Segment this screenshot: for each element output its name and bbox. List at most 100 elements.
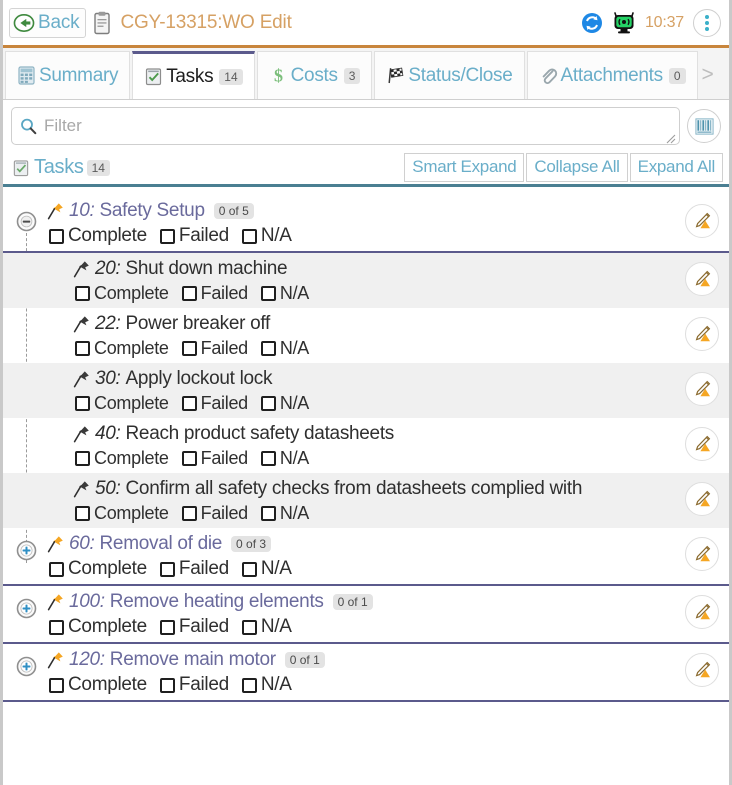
checkbox-box-icon	[260, 451, 276, 466]
checkbox-failed[interactable]: Failed	[181, 338, 248, 359]
summary-icon	[17, 66, 36, 85]
checkbox-complete[interactable]: Complete	[75, 448, 169, 469]
checkbox-failed[interactable]: Failed	[181, 448, 248, 469]
checkbox-complete[interactable]: Complete	[49, 674, 147, 696]
checkbox-complete[interactable]: Complete	[49, 558, 147, 580]
checkbox-complete[interactable]: Complete	[75, 503, 169, 524]
checkbox-complete[interactable]: Complete	[49, 616, 147, 638]
task-status-checkboxes: Complete Failed N/A	[73, 393, 679, 414]
pin-dark-icon	[73, 315, 90, 333]
task-title-line: 50: Confirm all safety checks from datas…	[73, 478, 679, 500]
tab-summary-label: Summary	[39, 64, 119, 86]
task-row[interactable]: 120: Remove main motor 0 of 1 Complete F…	[3, 642, 729, 702]
checkbox-failed[interactable]: Failed	[181, 283, 249, 304]
tab-overflow-chevron-icon[interactable]: >	[700, 51, 716, 99]
tab-attachments[interactable]: Attachments 0	[526, 51, 698, 99]
task-number: 120:	[69, 649, 105, 670]
tab-tasks[interactable]: Tasks 14	[132, 51, 255, 99]
checkbox-failed-label: Failed	[200, 503, 249, 523]
checkbox-na[interactable]: N/A	[241, 558, 292, 580]
back-button[interactable]: Back	[9, 7, 87, 38]
sync-icon[interactable]	[581, 12, 603, 34]
checkbox-failed[interactable]: Failed	[181, 503, 249, 524]
checkbox-failed[interactable]: Failed	[159, 674, 229, 696]
checkbox-na[interactable]: N/A	[241, 225, 292, 247]
resize-grip-icon[interactable]	[665, 131, 676, 144]
checkbox-na[interactable]: N/A	[241, 674, 292, 696]
checkbox-na[interactable]: N/A	[260, 503, 309, 524]
tab-status-close[interactable]: Status/Close	[374, 51, 525, 99]
task-number: 30:	[95, 368, 121, 389]
checkbox-failed[interactable]: Failed	[159, 616, 229, 638]
tab-summary[interactable]: Summary	[5, 51, 131, 99]
task-progress-badge: 0 of 5	[213, 203, 254, 219]
task-description: Reach product safety datasheets	[125, 423, 395, 444]
edit-task-button[interactable]	[685, 427, 719, 461]
checkbox-failed[interactable]: Failed	[181, 393, 248, 414]
edit-task-button[interactable]	[685, 372, 719, 406]
checkbox-complete[interactable]: Complete	[75, 283, 169, 304]
edit-pencil-icon	[692, 660, 712, 680]
edit-task-button[interactable]	[685, 595, 719, 629]
task-row[interactable]: 100: Remove heating elements 0 of 1 Comp…	[3, 584, 729, 642]
task-title-line: 30: Apply lockout lock	[73, 368, 679, 390]
filter-field-wrapper	[11, 107, 680, 145]
task-row[interactable]: 50: Confirm all safety checks from datas…	[3, 473, 729, 528]
task-row[interactable]: 60: Removal of die 0 of 3 Complete Faile…	[3, 528, 729, 584]
paperclip-icon	[539, 66, 558, 85]
checkbox-complete-label: Complete	[94, 393, 169, 413]
checkbox-box-icon	[241, 677, 257, 693]
checkbox-complete[interactable]: Complete	[49, 225, 147, 247]
checkbox-box-icon	[260, 396, 276, 411]
edit-pencil-icon	[692, 544, 712, 564]
expand-all-button[interactable]: Expand All	[629, 153, 723, 182]
back-button-label: Back	[38, 11, 80, 33]
title-bar: Back CGY-13315:WO Edit 10:37	[3, 0, 729, 48]
edit-task-button[interactable]	[685, 653, 719, 687]
collapse-all-button[interactable]: Collapse All	[526, 153, 628, 182]
checkbox-failed[interactable]: Failed	[159, 225, 229, 247]
task-row-body: 40: Reach product safety datasheets Comp…	[73, 423, 679, 469]
checkbox-na[interactable]: N/A	[260, 448, 309, 469]
task-row[interactable]: 22: Power breaker off Complete Failed N/…	[3, 308, 729, 363]
checkbox-failed-label: Failed	[200, 283, 249, 303]
checkbox-box-icon	[241, 561, 257, 577]
smart-expand-button[interactable]: Smart Expand	[404, 153, 525, 182]
checkbox-na[interactable]: N/A	[260, 393, 309, 414]
edit-task-button[interactable]	[685, 537, 719, 571]
checkbox-failed-label: Failed	[178, 616, 229, 637]
task-row[interactable]: 30: Apply lockout lock Complete Failed N…	[3, 363, 729, 418]
task-row[interactable]: 20: Shut down machine Complete Failed N/…	[3, 251, 729, 308]
tasks-section-actions: Smart Expand Collapse All Expand All	[402, 153, 723, 182]
checkbox-failed[interactable]: Failed	[159, 558, 229, 580]
task-title-line: 120: Remove main motor 0 of 1	[47, 649, 679, 671]
tab-costs[interactable]: $ Costs 3	[256, 51, 373, 99]
connection-status-icon[interactable]	[612, 11, 636, 34]
columns-grid-icon[interactable]	[687, 109, 721, 143]
tab-attachments-count: 0	[668, 67, 686, 84]
checkbox-na-label: N/A	[260, 558, 292, 579]
tab-tasks-label: Tasks	[166, 65, 214, 87]
task-row[interactable]: 10: Safety Setup 0 of 5 Complete Failed	[3, 195, 729, 251]
edit-task-button[interactable]	[685, 204, 719, 238]
checkbox-na[interactable]: N/A	[241, 616, 292, 638]
checkbox-box-icon	[49, 677, 64, 693]
edit-task-button[interactable]	[685, 482, 719, 516]
task-status-checkboxes: Complete Failed N/A	[73, 283, 679, 304]
edit-pencil-icon	[692, 602, 712, 622]
edit-task-button[interactable]	[685, 317, 719, 351]
task-description: Remove heating elements	[109, 591, 324, 612]
task-row-body: 10: Safety Setup 0 of 5 Complete Failed	[47, 200, 679, 247]
edit-task-button[interactable]	[685, 262, 719, 296]
checkbox-box-icon	[49, 228, 64, 244]
checkbox-complete[interactable]: Complete	[75, 338, 169, 359]
checkbox-na-label: N/A	[260, 616, 292, 637]
kebab-menu-icon[interactable]	[693, 8, 721, 37]
checkbox-na[interactable]: N/A	[260, 283, 309, 304]
filter-input[interactable]	[37, 108, 679, 144]
checkbox-complete[interactable]: Complete	[75, 393, 169, 414]
checkbox-na[interactable]: N/A	[260, 338, 309, 359]
task-group-60: 60: Removal of die 0 of 3 Complete Faile…	[3, 528, 729, 584]
task-row[interactable]: 40: Reach product safety datasheets Comp…	[3, 418, 729, 473]
task-row-body: 30: Apply lockout lock Complete Failed N…	[73, 368, 679, 414]
